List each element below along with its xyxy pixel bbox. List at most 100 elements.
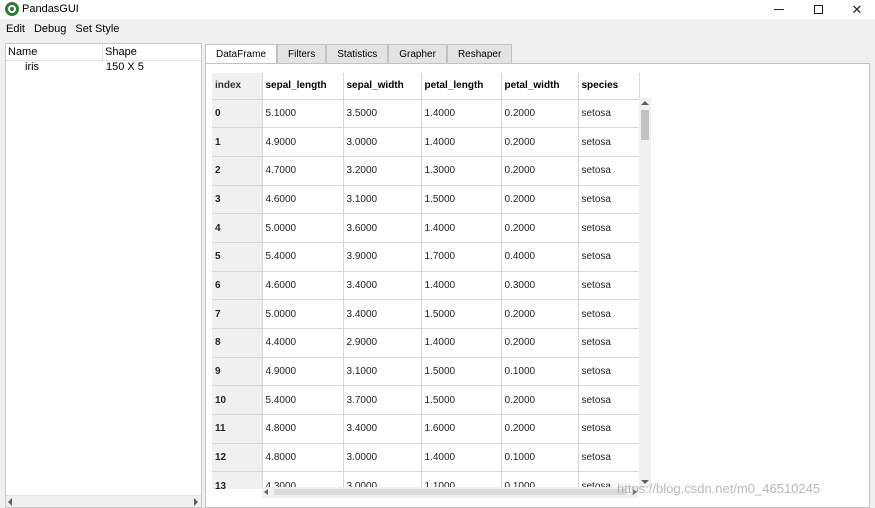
cell-petal-length[interactable]: 1.5000 (421, 357, 502, 387)
table-row[interactable]: 9 4.9000 3.1000 1.5000 0.1000 setosa (212, 357, 640, 387)
scroll-up-icon[interactable] (641, 101, 649, 105)
horizontal-scroll-thumb[interactable] (274, 489, 626, 495)
table-row[interactable]: 10 5.4000 3.7000 1.5000 0.2000 setosa (212, 385, 640, 416)
cell-sepal-length[interactable]: 5.0000 (262, 299, 344, 329)
cell-sepal-length[interactable]: 4.8000 (262, 414, 344, 444)
cell-petal-width[interactable]: 0.2000 (501, 213, 579, 243)
tab-statistics[interactable]: Statistics (326, 44, 389, 63)
cell-petal-length[interactable]: 1.4000 (421, 127, 502, 157)
tab-grapher[interactable]: Grapher (388, 44, 447, 63)
cell-sepal-length[interactable]: 4.8000 (262, 443, 344, 473)
cell-petal-length[interactable]: 1.6000 (421, 414, 502, 444)
cell-sepal-width[interactable]: 3.0000 (343, 443, 422, 473)
table-row[interactable]: 7 5.0000 3.4000 1.5000 0.2000 setosa (212, 299, 640, 329)
cell-species[interactable]: setosa (578, 443, 640, 473)
cell-petal-width[interactable]: 0.2000 (501, 127, 579, 157)
cell-index[interactable]: 3 (212, 185, 263, 215)
cell-species[interactable]: setosa (578, 271, 640, 301)
cell-sepal-width[interactable]: 3.2000 (343, 156, 422, 186)
cell-sepal-length[interactable]: 4.6000 (262, 271, 344, 301)
navigator-header-name[interactable]: Name (8, 46, 37, 58)
cell-index[interactable]: 5 (212, 242, 263, 272)
cell-sepal-width[interactable]: 3.5000 (343, 99, 422, 129)
cell-index[interactable]: 12 (212, 443, 263, 473)
cell-petal-width[interactable]: 0.3000 (501, 271, 579, 301)
cell-species[interactable]: setosa (578, 242, 640, 272)
cell-petal-width[interactable]: 0.2000 (501, 299, 579, 329)
cell-species[interactable]: setosa (578, 213, 640, 243)
table-row[interactable]: 12 4.8000 3.0000 1.4000 0.1000 setosa (212, 443, 640, 473)
cell-index[interactable]: 1 (212, 127, 263, 157)
cell-petal-width[interactable]: 0.4000 (501, 242, 579, 272)
column-header-sepal-length[interactable]: sepal_length (262, 73, 344, 100)
cell-species[interactable]: setosa (578, 357, 640, 387)
cell-petal-length[interactable]: 1.7000 (421, 242, 502, 272)
table-vertical-scrollbar[interactable] (639, 98, 651, 488)
cell-sepal-length[interactable]: 5.1000 (262, 99, 344, 129)
cell-petal-width[interactable]: 0.1000 (501, 443, 579, 473)
table-row[interactable]: 4 5.0000 3.6000 1.4000 0.2000 setosa (212, 213, 640, 243)
cell-species[interactable]: setosa (578, 414, 640, 444)
navigator-item-iris[interactable]: iris 150 X 5 (6, 61, 201, 74)
cell-sepal-width[interactable]: 3.9000 (343, 242, 422, 272)
cell-sepal-width[interactable]: 3.4000 (343, 414, 422, 444)
column-header-species[interactable]: species (578, 73, 640, 100)
cell-species[interactable]: setosa (578, 185, 640, 215)
cell-sepal-length[interactable]: 5.4000 (262, 385, 344, 416)
column-header-petal-width[interactable]: petal_width (501, 73, 579, 100)
tab-dataframe[interactable]: DataFrame (205, 44, 278, 64)
cell-petal-length[interactable]: 1.3000 (421, 156, 502, 186)
cell-index[interactable]: 6 (212, 271, 263, 301)
table-row[interactable]: 0 5.1000 3.5000 1.4000 0.2000 setosa (212, 99, 640, 129)
cell-index[interactable]: 10 (212, 385, 263, 416)
cell-petal-length[interactable]: 1.5000 (421, 299, 502, 329)
cell-sepal-width[interactable]: 3.7000 (343, 385, 422, 416)
cell-petal-width[interactable]: 0.2000 (501, 385, 579, 416)
table-row[interactable]: 2 4.7000 3.2000 1.3000 0.2000 setosa (212, 156, 640, 186)
cell-petal-width[interactable]: 0.2000 (501, 328, 579, 358)
cell-petal-width[interactable]: 0.2000 (501, 185, 579, 215)
table-horizontal-scrollbar[interactable] (262, 487, 639, 498)
maximize-icon[interactable] (799, 0, 837, 19)
table-row[interactable]: 6 4.6000 3.4000 1.4000 0.3000 setosa (212, 271, 640, 301)
cell-sepal-width[interactable]: 3.1000 (343, 357, 422, 387)
tab-reshaper[interactable]: Reshaper (446, 44, 513, 63)
cell-petal-length[interactable]: 1.4000 (421, 99, 502, 129)
cell-index[interactable]: 9 (212, 357, 263, 387)
scroll-left-icon[interactable] (8, 498, 12, 506)
cell-petal-width[interactable]: 0.2000 (501, 99, 579, 129)
cell-sepal-length[interactable]: 5.0000 (262, 213, 344, 243)
cell-index[interactable]: 8 (212, 328, 263, 358)
vertical-scroll-thumb[interactable] (641, 110, 649, 140)
navigator-header-shape[interactable]: Shape (105, 46, 137, 58)
column-header-petal-length[interactable]: petal_length (421, 73, 502, 100)
cell-petal-length[interactable]: 1.4000 (421, 328, 502, 358)
cell-sepal-length[interactable]: 4.6000 (262, 185, 344, 215)
cell-sepal-length[interactable]: 4.9000 (262, 357, 344, 387)
cell-petal-length[interactable]: 1.4000 (421, 271, 502, 301)
column-header-index[interactable]: index (212, 73, 263, 100)
cell-index[interactable]: 13 (212, 471, 263, 489)
cell-petal-length[interactable]: 1.5000 (421, 385, 502, 416)
menu-debug[interactable]: Debug (34, 23, 66, 35)
header-divider[interactable] (102, 44, 103, 61)
cell-species[interactable]: setosa (578, 156, 640, 186)
table-row[interactable]: 5 5.4000 3.9000 1.7000 0.4000 setosa (212, 242, 640, 272)
cell-sepal-length[interactable]: 4.9000 (262, 127, 344, 157)
cell-petal-length[interactable]: 1.4000 (421, 443, 502, 473)
cell-sepal-width[interactable]: 3.4000 (343, 271, 422, 301)
tab-filters[interactable]: Filters (277, 44, 327, 63)
cell-species[interactable]: setosa (578, 328, 640, 358)
cell-sepal-width[interactable]: 3.1000 (343, 185, 422, 215)
table-row[interactable]: 8 4.4000 2.9000 1.4000 0.2000 setosa (212, 328, 640, 358)
cell-species[interactable]: setosa (578, 99, 640, 129)
cell-index[interactable]: 7 (212, 299, 263, 329)
cell-petal-width[interactable]: 0.1000 (501, 357, 579, 387)
table-row[interactable]: 11 4.8000 3.4000 1.6000 0.2000 setosa (212, 414, 640, 444)
cell-sepal-width[interactable]: 2.9000 (343, 328, 422, 358)
cell-sepal-width[interactable]: 3.6000 (343, 213, 422, 243)
scroll-right-icon[interactable] (194, 498, 198, 506)
cell-index[interactable]: 0 (212, 99, 263, 129)
menu-edit[interactable]: Edit (6, 23, 25, 35)
cell-sepal-length[interactable]: 5.4000 (262, 242, 344, 272)
